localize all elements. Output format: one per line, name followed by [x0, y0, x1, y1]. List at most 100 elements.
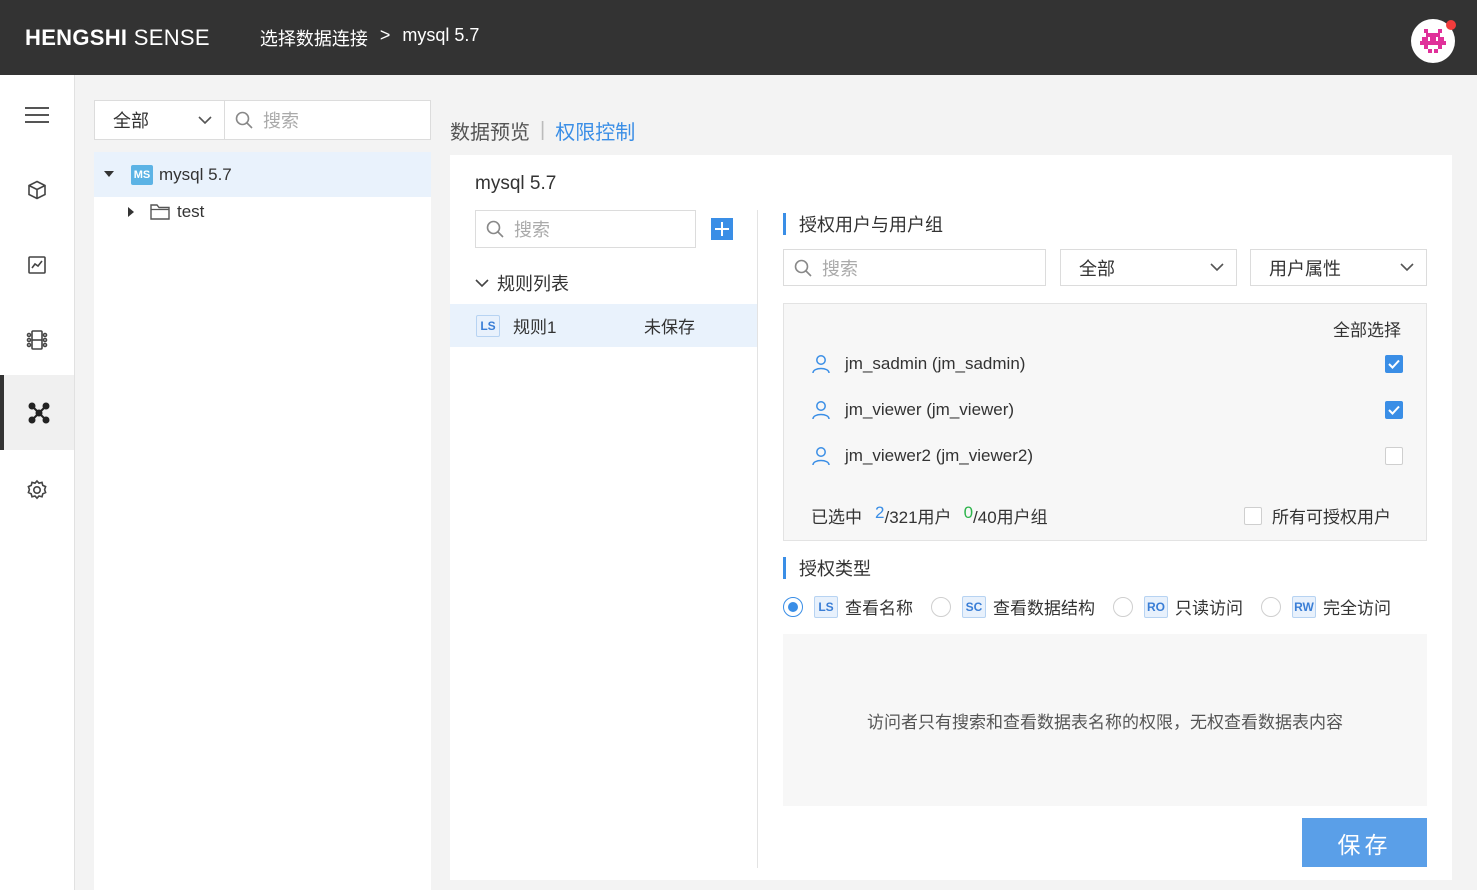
user-row-jm-viewer[interactable]: jm_viewer (jm_viewer) [811, 395, 1403, 425]
search-icon [794, 259, 812, 277]
user-icon [812, 355, 830, 374]
auth-type-label: 查看名称 [845, 599, 913, 618]
all-authorizable-checkbox[interactable] [1244, 506, 1262, 525]
user-search-input[interactable]: 搜索 [783, 249, 1046, 286]
tree-node-test[interactable]: test [94, 189, 431, 234]
breadcrumb-separator: > [379, 24, 391, 45]
rule-item[interactable]: LS 规则1 未保存 [450, 304, 757, 347]
gear-icon [27, 479, 47, 499]
folder-icon [150, 204, 170, 220]
permission-card: mysql 5.7 搜索 规则列表 LS 规则1 未保存 授权用户与用户组 搜索… [450, 155, 1452, 880]
search-icon [486, 220, 504, 238]
film-icon [26, 329, 48, 350]
radio-button[interactable] [931, 596, 951, 617]
radio-button[interactable] [1113, 596, 1133, 617]
nav-item-dashboards[interactable] [0, 227, 74, 302]
left-nav [0, 75, 75, 890]
plus-icon [715, 222, 729, 236]
auth-type-description-text: 访问者只有搜索和查看数据表名称的权限，无权查看数据表内容 [867, 712, 1343, 732]
nav-item-settings[interactable] [0, 452, 74, 527]
select-all-link[interactable]: 全部选择 [1333, 316, 1401, 341]
auth-type-label: 查看数据结构 [993, 599, 1095, 618]
user-name: jm_viewer (jm_viewer) [845, 400, 1015, 419]
radio-button[interactable] [783, 596, 803, 617]
hamburger-icon [25, 106, 49, 123]
ls-badge-icon: LS [814, 595, 838, 618]
user-icon [812, 447, 830, 466]
rule-list-title: 规则列表 [497, 274, 569, 294]
view-tabs: 数据预览 | 权限控制 [450, 116, 635, 145]
ls-badge-icon: LS [476, 314, 500, 337]
auth-type-option-view-name[interactable]: LS 查看名称 [783, 594, 931, 619]
chevron-down-icon [1400, 263, 1414, 272]
mysql-source-icon: MS [131, 164, 153, 185]
avatar[interactable] [1411, 19, 1456, 63]
all-authorizable-label: 所有可授权用户 [1272, 508, 1391, 527]
tab-data-preview[interactable]: 数据预览 [450, 116, 530, 145]
tab-separator: | [540, 119, 546, 141]
selection-summary: 已选中 2 /321用户 0 /40用户组 [811, 503, 1048, 528]
chart-icon [28, 255, 46, 274]
sc-badge-icon: SC [962, 595, 986, 618]
user-attribute-value: 用户属性 [1269, 258, 1341, 279]
connection-title: mysql 5.7 [475, 173, 557, 194]
user-checkbox[interactable] [1385, 447, 1403, 465]
breadcrumb-item-current: mysql 5.7 [402, 24, 480, 45]
tree-node-label: test [177, 201, 205, 221]
nav-item-datasets[interactable] [0, 152, 74, 227]
check-icon [1388, 405, 1400, 415]
cube-icon [28, 180, 46, 199]
auth-users-title-text: 授权用户与用户组 [799, 215, 943, 235]
auth-type-description: 访问者只有搜索和查看数据表名称的权限，无权查看数据表内容 [783, 634, 1427, 806]
top-bar: HENGSHI SENSE 选择数据连接 > mysql 5.7 [0, 0, 1477, 75]
user-checkbox[interactable] [1385, 355, 1403, 373]
user-row-jm-viewer2[interactable]: jm_viewer2 (jm_viewer2) [811, 441, 1403, 471]
rule-search-input[interactable]: 搜索 [475, 210, 696, 248]
all-authorizable-toggle[interactable]: 所有可授权用户 [1244, 503, 1391, 528]
user-type-value: 全部 [1079, 258, 1115, 279]
radio-button[interactable] [1261, 596, 1281, 617]
ro-badge-icon: RO [1144, 595, 1168, 618]
user-attribute-select[interactable]: 用户属性 [1250, 249, 1427, 286]
summary-prefix: 已选中 [811, 508, 862, 527]
caret-right-icon[interactable] [128, 206, 135, 217]
auth-type-title-text: 授权类型 [799, 559, 871, 579]
breadcrumb: 选择数据连接 > mysql 5.7 [260, 25, 480, 51]
tree-node-label: mysql 5.7 [159, 164, 232, 184]
auth-type-label: 完全访问 [1323, 599, 1391, 618]
selected-groups-count: 0 [963, 503, 974, 522]
chevron-down-icon [475, 278, 489, 287]
network-icon [28, 402, 50, 423]
tree-filter-select[interactable]: 全部 [94, 100, 225, 140]
user-type-select[interactable]: 全部 [1060, 249, 1237, 286]
tab-permission-control[interactable]: 权限控制 [555, 116, 635, 145]
auth-type-option-view-structure[interactable]: SC 查看数据结构 [931, 594, 1113, 619]
rule-list-header[interactable]: 规则列表 [475, 270, 569, 296]
auth-type-option-read-only[interactable]: RO 只读访问 [1113, 594, 1261, 619]
add-rule-button[interactable] [711, 218, 733, 240]
brand-logo[interactable]: HENGSHI SENSE [25, 25, 210, 51]
check-icon [1388, 359, 1400, 369]
caret-down-icon[interactable] [104, 170, 114, 179]
selected-users-count: 2 [875, 503, 885, 522]
total-groups-count: /40用户组 [973, 508, 1048, 527]
tree-search-input[interactable]: 搜索 [225, 100, 431, 140]
tree-list: MS mysql 5.7 test [94, 152, 431, 890]
user-row-jm-sadmin[interactable]: jm_sadmin (jm_sadmin) [811, 349, 1403, 379]
auth-users-section-title: 授权用户与用户组 [783, 211, 943, 237]
user-search-placeholder: 搜索 [822, 258, 858, 279]
nav-item-connections[interactable] [0, 375, 74, 450]
nav-item-models[interactable] [0, 302, 74, 377]
section-accent-bar [783, 213, 786, 235]
chevron-down-icon [198, 115, 212, 124]
breadcrumb-item-connections[interactable]: 选择数据连接 [260, 25, 368, 51]
save-button[interactable]: 保存 [1302, 818, 1427, 867]
total-users-count: /321用户 [884, 508, 952, 527]
tree-filter-value: 全部 [113, 111, 149, 131]
section-accent-bar [783, 557, 786, 579]
menu-toggle-button[interactable] [0, 77, 74, 152]
notification-dot [1446, 20, 1456, 30]
user-checkbox[interactable] [1385, 401, 1403, 419]
auth-type-option-full-access[interactable]: RW 完全访问 [1261, 594, 1409, 619]
auth-type-label: 只读访问 [1175, 599, 1243, 618]
